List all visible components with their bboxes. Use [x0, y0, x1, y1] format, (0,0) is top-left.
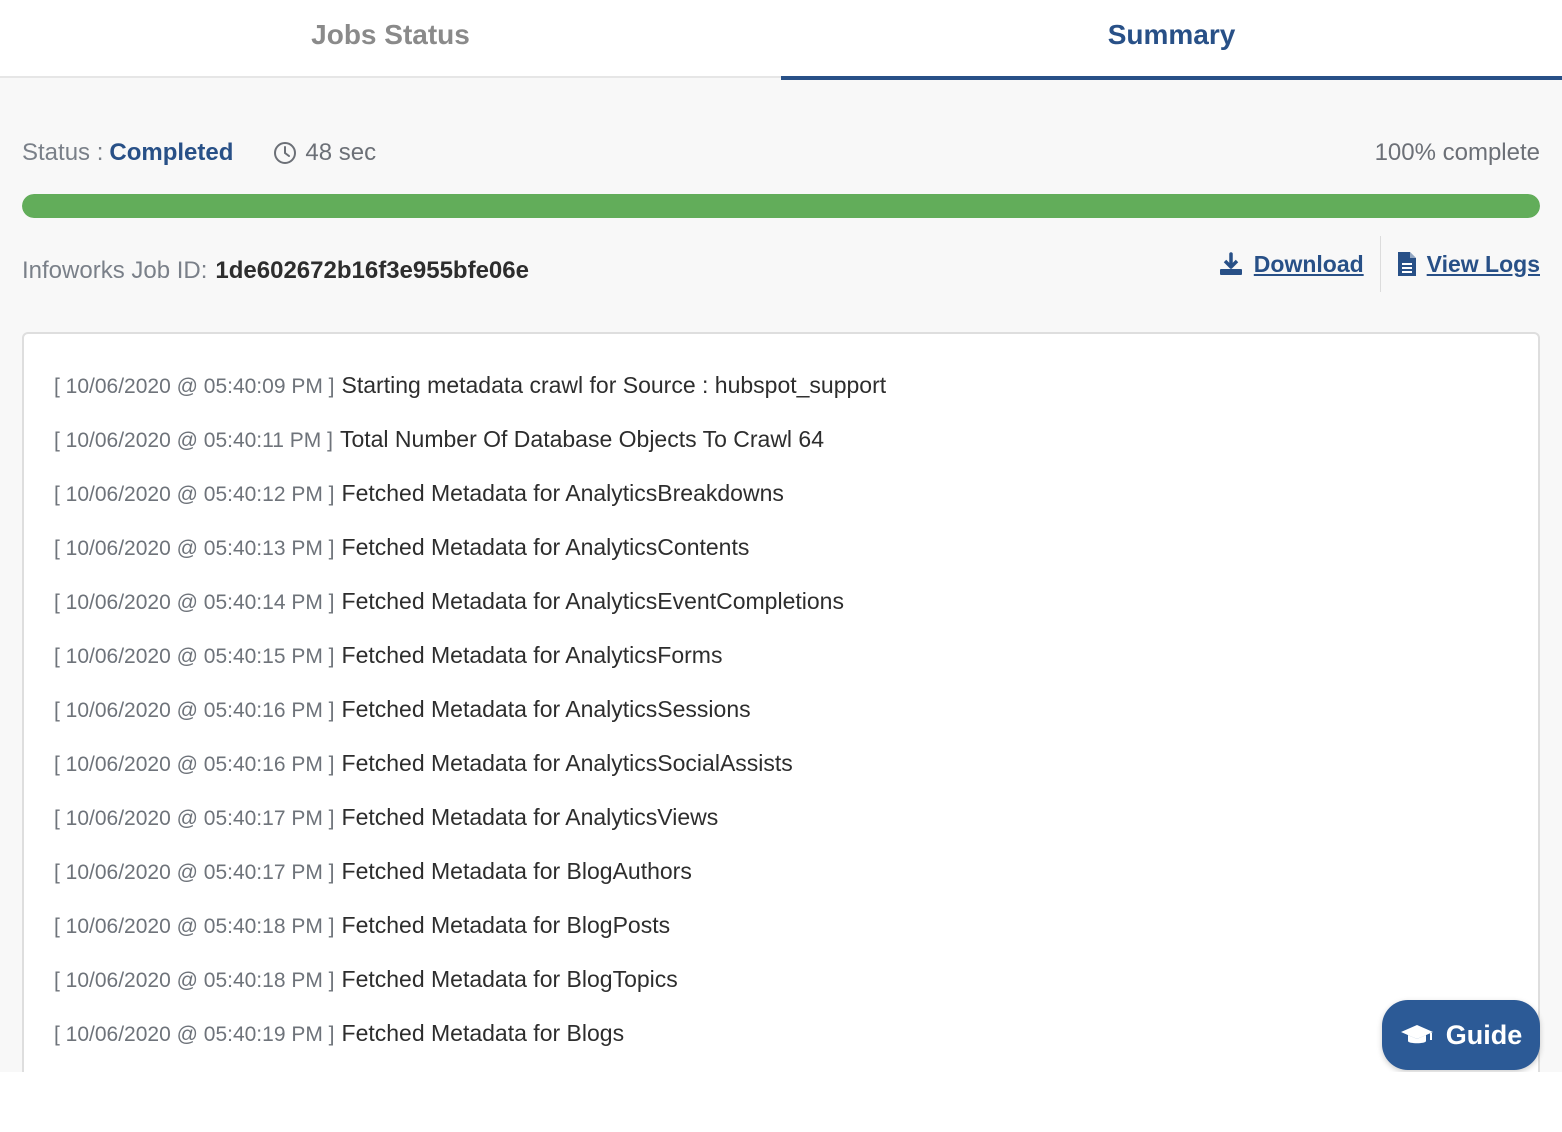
log-line: [ 10/06/2020 @ 05:40:16 PM ] Fetched Meta…: [54, 696, 1538, 750]
log-message: Starting metadata crawl for Source : hub…: [341, 372, 887, 398]
progress-percent: 100% complete: [1374, 139, 1540, 166]
status-value: Completed: [109, 139, 234, 166]
duration: 48 sec: [273, 139, 376, 167]
guide-button[interactable]: Guide: [1382, 1000, 1540, 1070]
log-timestamp: [ 10/06/2020 @ 05:40:18 PM ]: [54, 915, 335, 938]
guide-label: Guide: [1445, 1019, 1523, 1050]
progress-bar: [22, 194, 1540, 218]
clock-icon: [274, 142, 297, 164]
log-timestamp: [ 10/06/2020 @ 05:40:13 PM ]: [54, 537, 335, 560]
log-message: Fetched Metadata for BlogAuthors: [341, 858, 692, 884]
log-message: Fetched Metadata for BlogTopics: [341, 966, 678, 992]
log-message: Fetched Metadata for AnalyticsSocialAssi…: [341, 750, 793, 776]
log-message: Fetched Metadata for AnalyticsSessions: [341, 696, 751, 722]
job-id-value: 1de602672b16f3e955bfe06e: [215, 257, 529, 284]
log-timestamp: [ 10/06/2020 @ 05:40:09 PM ]: [54, 375, 335, 398]
status-label: Status :: [22, 139, 104, 166]
log-output[interactable]: [ 10/06/2020 @ 05:40:09 PM ] Starting met…: [22, 332, 1540, 1072]
log-timestamp: [ 10/06/2020 @ 05:40:18 PM ]: [54, 969, 335, 992]
log-timestamp: [ 10/06/2020 @ 05:40:14 PM ]: [54, 591, 335, 614]
log-line: [ 10/06/2020 @ 05:40:12 PM ] Fetched Meta…: [54, 480, 1538, 534]
log-actions: Download View Logs: [1218, 236, 1540, 292]
download-icon: [1219, 252, 1242, 275]
job-id-row: Infoworks Job ID: 1de602672b16f3e955bfe0…: [22, 254, 529, 288]
log-line: [ 10/06/2020 @ 05:40:09 PM ] Starting met…: [54, 372, 1538, 426]
tab-jobs-status[interactable]: Jobs Status: [0, 0, 781, 78]
log-message: Fetched Metadata for BlogPosts: [341, 912, 671, 938]
log-line: [ 10/06/2020 @ 05:40:19 PM ] Fetched Meta…: [54, 1020, 1538, 1072]
action-divider: [1379, 236, 1381, 292]
progress-fill: [22, 194, 1540, 218]
log-line: [ 10/06/2020 @ 05:40:17 PM ] Fetched Meta…: [54, 804, 1538, 858]
log-timestamp: [ 10/06/2020 @ 05:40:15 PM ]: [54, 645, 335, 668]
download-link[interactable]: Download: [1218, 236, 1364, 292]
log-timestamp: [ 10/06/2020 @ 05:40:19 PM ]: [54, 1023, 335, 1046]
document-icon: [1397, 252, 1416, 276]
tab-summary[interactable]: Summary: [781, 0, 1562, 80]
status-row: Status : Completed 48 sec 100% complete: [22, 136, 1540, 170]
log-timestamp: [ 10/06/2020 @ 05:40:17 PM ]: [54, 807, 335, 830]
log-message: Fetched Metadata for AnalyticsForms: [341, 642, 723, 668]
log-timestamp: [ 10/06/2020 @ 05:40:16 PM ]: [54, 753, 335, 776]
log-line: [ 10/06/2020 @ 05:40:11 PM ] Total Number…: [54, 426, 1538, 480]
job-summary-panel: Jobs Status Summary Status : Completed 4…: [0, 0, 1562, 1072]
graduation-cap-icon: [1400, 1025, 1433, 1044]
log-timestamp: [ 10/06/2020 @ 05:40:16 PM ]: [54, 699, 335, 722]
log-line: [ 10/06/2020 @ 05:40:17 PM ] Fetched Meta…: [54, 858, 1538, 912]
log-message: Total Number Of Database Objects To Craw…: [339, 426, 825, 452]
log-message: Fetched Metadata for AnalyticsBreakdowns: [341, 480, 784, 506]
log-message: Fetched Metadata for AnalyticsContents: [341, 534, 750, 560]
log-line: [ 10/06/2020 @ 05:40:18 PM ] Fetched Meta…: [54, 912, 1538, 966]
tab-bar: Jobs Status Summary: [0, 0, 1562, 80]
download-label: Download: [1253, 250, 1364, 277]
log-line: [ 10/06/2020 @ 05:40:18 PM ] Fetched Meta…: [54, 966, 1538, 1020]
log-timestamp: [ 10/06/2020 @ 05:40:17 PM ]: [54, 861, 335, 884]
log-message: Fetched Metadata for Blogs: [341, 1020, 625, 1046]
log-line: [ 10/06/2020 @ 05:40:15 PM ] Fetched Meta…: [54, 642, 1538, 696]
log-message: Fetched Metadata for AnalyticsViews: [341, 804, 719, 830]
log-line: [ 10/06/2020 @ 05:40:14 PM ] Fetched Meta…: [54, 588, 1538, 642]
view-logs-link[interactable]: View Logs: [1397, 236, 1540, 292]
log-line: [ 10/06/2020 @ 05:40:16 PM ] Fetched Meta…: [54, 750, 1538, 804]
duration-value: 48 sec: [305, 139, 377, 166]
log-message: Fetched Metadata for AnalyticsEventCompl…: [341, 588, 844, 614]
log-timestamp: [ 10/06/2020 @ 05:40:11 PM ]: [54, 429, 333, 452]
view-logs-label: View Logs: [1426, 250, 1540, 277]
log-timestamp: [ 10/06/2020 @ 05:40:12 PM ]: [54, 483, 335, 506]
log-line: [ 10/06/2020 @ 05:40:13 PM ] Fetched Meta…: [54, 534, 1538, 588]
job-id-label: Infoworks Job ID:: [22, 257, 208, 284]
